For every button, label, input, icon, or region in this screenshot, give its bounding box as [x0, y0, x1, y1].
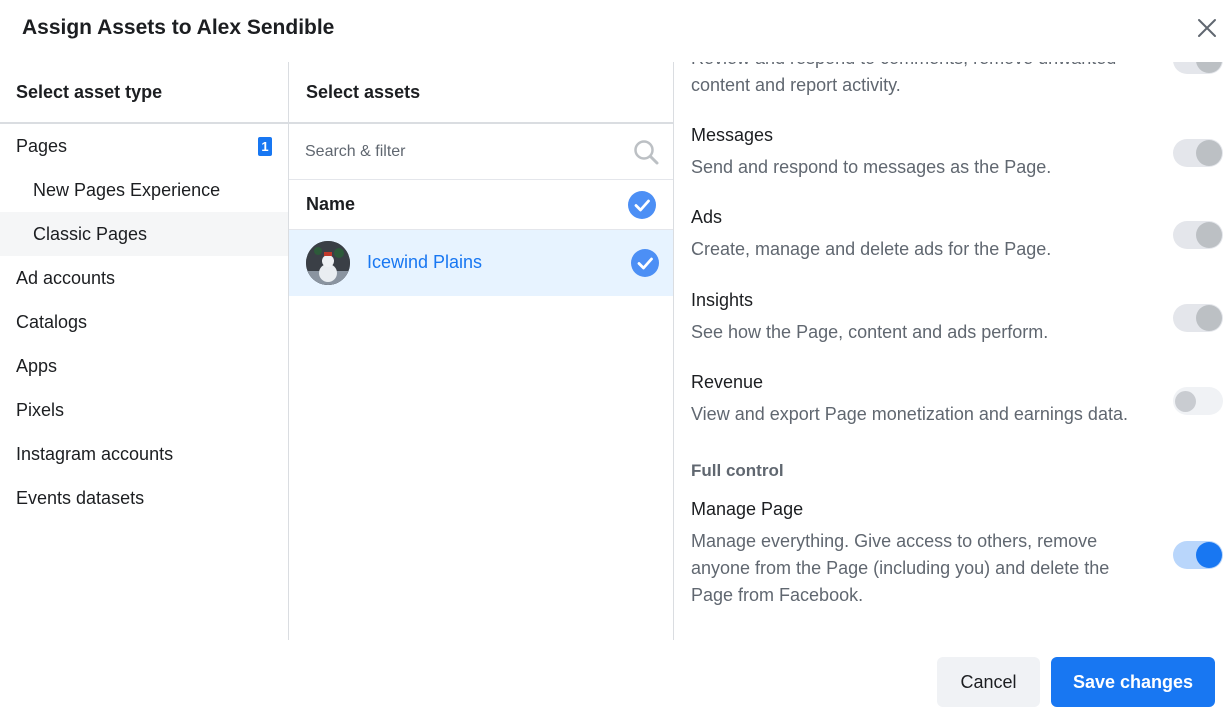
name-column-header: Name — [306, 194, 356, 214]
asset-type-pixels[interactable]: Pixels — [0, 388, 288, 432]
full-control-label: Full control — [691, 461, 784, 480]
select-all-check-icon[interactable] — [628, 191, 656, 219]
permission-title: Revenue — [691, 372, 764, 392]
permission-title: Messages — [691, 125, 774, 145]
permission-ads: Ads Create, manage and delete ads for th… — [691, 207, 1171, 263]
cancel-button[interactable]: Cancel — [937, 657, 1040, 707]
permission-description: Send and respond to messages as the Page… — [691, 157, 1052, 177]
search-icon[interactable] — [632, 138, 660, 166]
asset-type-heading: Select asset type — [0, 62, 288, 124]
asset-type-events-datasets[interactable]: Events datasets — [0, 476, 288, 520]
asset-type-new-pages-experience[interactable]: New Pages Experience — [0, 168, 288, 212]
permission-description: Create, manage and delete ads for the Pa… — [691, 239, 1052, 259]
asset-type-classic-pages[interactable]: Classic Pages — [0, 212, 288, 256]
revenue-toggle[interactable] — [1173, 387, 1223, 415]
permission-description: View and export Page monetization and ea… — [691, 404, 1128, 424]
toggle-knob — [1196, 62, 1222, 73]
asset-type-pages[interactable]: Pages 1 — [0, 124, 288, 168]
save-changes-button[interactable]: Save changes — [1051, 657, 1215, 707]
asset-type-label: Pages — [16, 136, 68, 156]
permission-revenue: Revenue View and export Page monetizatio… — [691, 372, 1171, 428]
asset-type-instagram-accounts[interactable]: Instagram accounts — [0, 432, 288, 476]
asset-type-catalogs[interactable]: Catalogs — [0, 300, 288, 344]
row-check-icon[interactable] — [631, 249, 659, 277]
toggle-knob — [1175, 391, 1196, 412]
toggle-knob — [1196, 542, 1222, 568]
comments-toggle[interactable] — [1173, 62, 1223, 74]
asset-type-ad-accounts[interactable]: Ad accounts — [0, 256, 288, 300]
permission-messages: Messages Send and respond to messages as… — [691, 125, 1171, 181]
insights-toggle[interactable] — [1173, 304, 1223, 332]
dialog-title: Assign Assets to Alex Sendible — [22, 16, 335, 39]
permission-description: Manage everything. Give access to others… — [691, 531, 1110, 605]
assets-column: Select assets Name Icewind Plains — [289, 62, 674, 640]
page-avatar — [306, 241, 350, 285]
permission-title: Insights — [691, 290, 754, 310]
dialog-footer: Cancel Save changes — [0, 640, 1231, 722]
name-header-row: Name — [289, 180, 673, 230]
search-input[interactable] — [305, 138, 625, 166]
page-name-link[interactable]: Icewind Plains — [367, 252, 482, 273]
permission-description: See how the Page, content and ads perfor… — [691, 322, 1049, 342]
ads-toggle[interactable] — [1173, 221, 1223, 249]
permission-insights: Insights See how the Page, content and a… — [691, 290, 1171, 346]
search-row — [289, 124, 673, 180]
assets-heading: Select assets — [289, 62, 673, 124]
permission-title: Manage Page — [691, 499, 804, 519]
toggle-knob — [1196, 305, 1222, 331]
permission-manage-page: Manage Page Manage everything. Give acce… — [691, 499, 1151, 609]
permission-comments: Review and respond to comments, remove u… — [691, 62, 1171, 99]
messages-toggle[interactable] — [1173, 139, 1223, 167]
asset-type-column: Select asset type Pages 1 New Pages Expe… — [0, 62, 289, 640]
close-icon[interactable] — [1195, 16, 1219, 40]
asset-type-apps[interactable]: Apps — [0, 344, 288, 388]
permission-description: Review and respond to comments, remove u… — [691, 62, 1116, 95]
asset-row[interactable]: Icewind Plains — [289, 230, 673, 296]
count-badge: 1 — [258, 137, 272, 156]
permissions-panel[interactable]: Review and respond to comments, remove u… — [674, 62, 1231, 640]
toggle-knob — [1196, 140, 1222, 166]
dialog-header: Assign Assets to Alex Sendible — [0, 0, 1231, 62]
manage-page-toggle[interactable] — [1173, 541, 1223, 569]
permission-title: Ads — [691, 207, 723, 227]
toggle-knob — [1196, 222, 1222, 248]
